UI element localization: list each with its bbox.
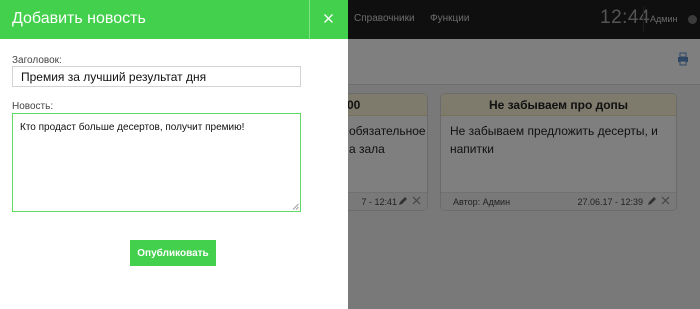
dialog-title: Добавить новость [12, 10, 146, 27]
close-button[interactable] [310, 0, 348, 39]
close-icon [324, 14, 333, 23]
news-textarea[interactable]: Кто продаст больше десертов, получит пре… [12, 113, 301, 212]
resize-grip-icon[interactable] [292, 203, 299, 210]
add-news-dialog: Добавить новость Заголовок: Новость: Кто… [0, 0, 348, 309]
publish-button[interactable]: Опубликовать [130, 240, 216, 266]
title-field-label: Заголовок: [12, 55, 62, 66]
dialog-header: Добавить новость [0, 0, 348, 39]
title-input[interactable] [12, 66, 301, 87]
news-field-label: Новость: [12, 101, 54, 112]
